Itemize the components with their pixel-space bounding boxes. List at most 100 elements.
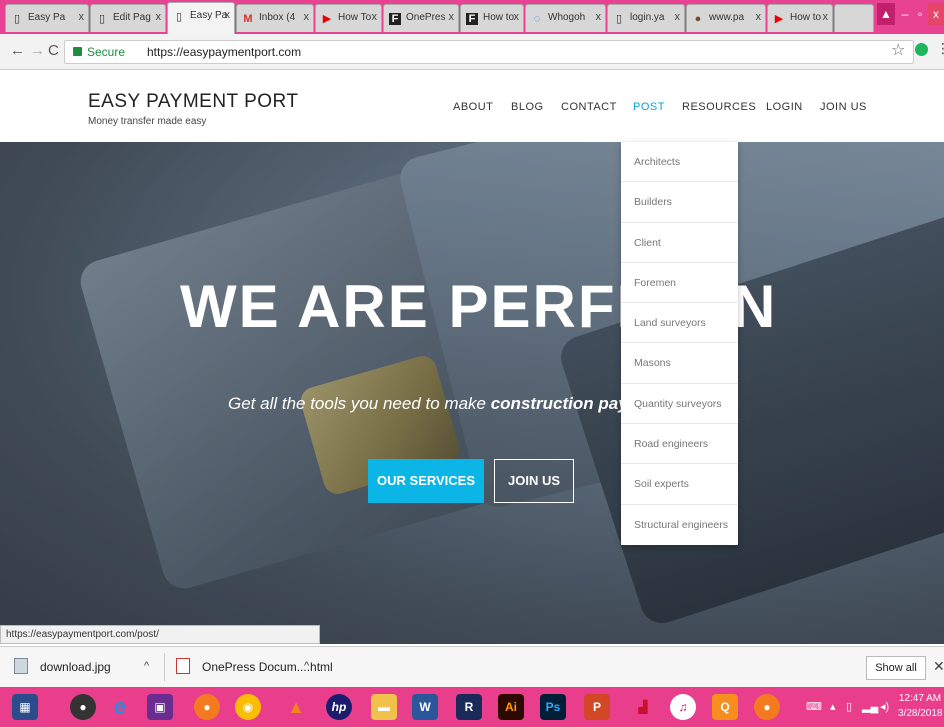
- close-icon[interactable]: x: [596, 11, 602, 23]
- app-icon[interactable]: ▣: [147, 694, 173, 720]
- close-icon[interactable]: x: [225, 9, 231, 21]
- chevron-up-icon[interactable]: ^: [304, 660, 309, 672]
- nav-contact[interactable]: CONTACT: [561, 101, 617, 113]
- close-window-button[interactable]: x: [928, 3, 944, 25]
- close-icon[interactable]: x: [372, 11, 378, 23]
- close-icon[interactable]: x: [514, 11, 520, 23]
- dropdown-item-land-surveyors[interactable]: Land surveyors: [621, 303, 738, 344]
- signal-icon[interactable]: ▂▄: [862, 700, 878, 713]
- new-tab-button[interactable]: [834, 4, 874, 32]
- close-icon[interactable]: ✕: [933, 658, 944, 675]
- youtube-icon: ▶: [774, 13, 784, 25]
- url-text[interactable]: https://easypaymentport.com: [147, 45, 301, 59]
- browser-tab[interactable]: ▶ How to x: [767, 4, 833, 32]
- itunes-icon[interactable]: ♫: [670, 694, 696, 720]
- site-header: EASY PAYMENT PORT Money transfer made ea…: [0, 71, 944, 142]
- page-icon: ▯: [615, 13, 623, 25]
- dropdown-item-structural-engineers[interactable]: Structural engineers: [621, 505, 738, 545]
- dropdown-item-architects[interactable]: Architects: [621, 142, 738, 183]
- hero-join-us-button[interactable]: JOIN US: [494, 459, 574, 503]
- chrome-icon[interactable]: ◉: [235, 694, 261, 720]
- file-explorer-icon[interactable]: ▬: [371, 694, 397, 720]
- firefox-icon[interactable]: ●: [194, 694, 220, 720]
- hero-subtitle: Get all the tools you need to make const…: [228, 394, 678, 413]
- reload-icon[interactable]: C: [48, 42, 59, 59]
- chevron-up-icon[interactable]: ^: [144, 660, 149, 672]
- nav-resources[interactable]: RESOURCES: [682, 101, 756, 113]
- photoshop-icon[interactable]: Ps: [540, 694, 566, 720]
- browser-tab[interactable]: ● www.pa x: [686, 4, 766, 32]
- page-icon: ▯: [13, 13, 21, 25]
- browser-menu-icon[interactable]: ⋮: [936, 40, 944, 57]
- internet-explorer-icon[interactable]: e: [107, 694, 133, 720]
- browser-tab[interactable]: ▯ Edit Pag x: [90, 4, 166, 32]
- forward-icon[interactable]: →: [30, 42, 45, 59]
- our-services-button[interactable]: OUR SERVICES: [368, 459, 484, 503]
- browser-toolbar: ← → C Secure https://easypaymentport.com: [0, 34, 944, 70]
- browser-tab[interactable]: F OnePres x: [383, 4, 459, 32]
- app-r-icon[interactable]: R: [456, 694, 482, 720]
- post-dropdown-menu: Architects Builders Client Foremen Land …: [621, 142, 738, 545]
- close-icon[interactable]: x: [675, 11, 681, 23]
- app-q-icon[interactable]: Q: [712, 694, 738, 720]
- secure-label: Secure: [87, 45, 126, 59]
- dropdown-item-road-engineers[interactable]: Road engineers: [621, 424, 738, 465]
- dropdown-item-masons[interactable]: Masons: [621, 343, 738, 384]
- firefox-icon[interactable]: ●: [754, 694, 780, 720]
- bookmark-star-icon[interactable]: ☆: [891, 40, 905, 60]
- word-icon[interactable]: W: [412, 694, 438, 720]
- download-item[interactable]: download.jpg ^: [14, 655, 164, 681]
- show-all-button[interactable]: Show all: [866, 656, 926, 680]
- download-item[interactable]: OnePress Docum....html ^: [176, 655, 333, 681]
- browser-tab-active[interactable]: ▯ Easy Pa x: [167, 2, 235, 34]
- hero-section: WE ARE PERFEC N Get all the tools you nee…: [0, 142, 944, 644]
- browser-tab[interactable]: ◌ Whogoh x: [525, 4, 606, 32]
- nav-blog[interactable]: BLOG: [511, 101, 544, 113]
- keyboard-icon[interactable]: ⌨: [806, 700, 822, 713]
- dropdown-item-quantity-surveyors[interactable]: Quantity surveyors: [621, 384, 738, 425]
- site-logo-title[interactable]: EASY PAYMENT PORT: [88, 91, 299, 113]
- user-icon[interactable]: ▲: [877, 3, 895, 25]
- start-icon[interactable]: ▦: [12, 694, 38, 720]
- browser-tab[interactable]: F How to x: [460, 4, 524, 32]
- dropdown-item-builders[interactable]: Builders: [621, 182, 738, 223]
- close-icon[interactable]: x: [304, 11, 310, 23]
- gmail-icon: M: [243, 13, 253, 25]
- media-player-icon[interactable]: ●: [70, 694, 96, 720]
- dropdown-item-client[interactable]: Client: [621, 223, 738, 263]
- volume-icon[interactable]: ◂): [880, 700, 889, 713]
- close-icon[interactable]: x: [823, 11, 829, 23]
- onepress-icon: F: [466, 13, 478, 25]
- browser-tab[interactable]: M Inbox (4 x: [236, 4, 314, 32]
- minimize-button[interactable]: –: [897, 3, 913, 25]
- nav-post[interactable]: POST: [633, 101, 665, 113]
- chevron-up-icon[interactable]: ▴: [830, 700, 836, 713]
- nav-login[interactable]: LOGIN: [766, 101, 803, 113]
- browser-tab-strip: ▯ Easy Pa x ▯ Edit Pag x ▯ Easy Pa x M Inbox (4…: [0, 0, 944, 34]
- close-icon[interactable]: x: [756, 11, 762, 23]
- browser-tab[interactable]: ▯ Easy Pa x: [5, 4, 89, 32]
- site-tagline: Money transfer made easy: [88, 116, 207, 127]
- close-icon[interactable]: x: [449, 11, 455, 23]
- restore-button[interactable]: ▫: [913, 3, 927, 25]
- vlc-icon[interactable]: ▲: [283, 694, 309, 720]
- taskbar-clock[interactable]: 12:47 AM 3/28/2018: [898, 691, 943, 721]
- address-bar[interactable]: Secure https://easypaymentport.com: [64, 40, 914, 64]
- grammarly-extension-icon[interactable]: [915, 43, 928, 56]
- hp-icon[interactable]: hp: [326, 694, 352, 720]
- powerpoint-icon[interactable]: P: [584, 694, 610, 720]
- dropdown-item-soil-experts[interactable]: Soil experts: [621, 464, 738, 505]
- battery-icon[interactable]: ▯: [846, 700, 852, 713]
- dropdown-item-foremen[interactable]: Foremen: [621, 263, 738, 304]
- nav-about[interactable]: ABOUT: [453, 101, 493, 113]
- back-icon[interactable]: ←: [10, 42, 25, 59]
- page-icon: ▯: [175, 11, 183, 23]
- acrobat-icon[interactable]: ▟: [630, 694, 656, 720]
- illustrator-icon[interactable]: Ai: [498, 694, 524, 720]
- browser-tab[interactable]: ▯ login.ya x: [607, 4, 685, 32]
- windows-taskbar: ▦ ● e ▣ ● ◉ ▲ hp ▬ W R Ai Ps P ▟ ♫ Q ● ⌨…: [0, 687, 944, 727]
- close-icon[interactable]: x: [156, 11, 162, 23]
- close-icon[interactable]: x: [79, 11, 85, 23]
- nav-join-us[interactable]: JOIN US: [820, 101, 867, 113]
- browser-tab[interactable]: ▶ How To x: [315, 4, 382, 32]
